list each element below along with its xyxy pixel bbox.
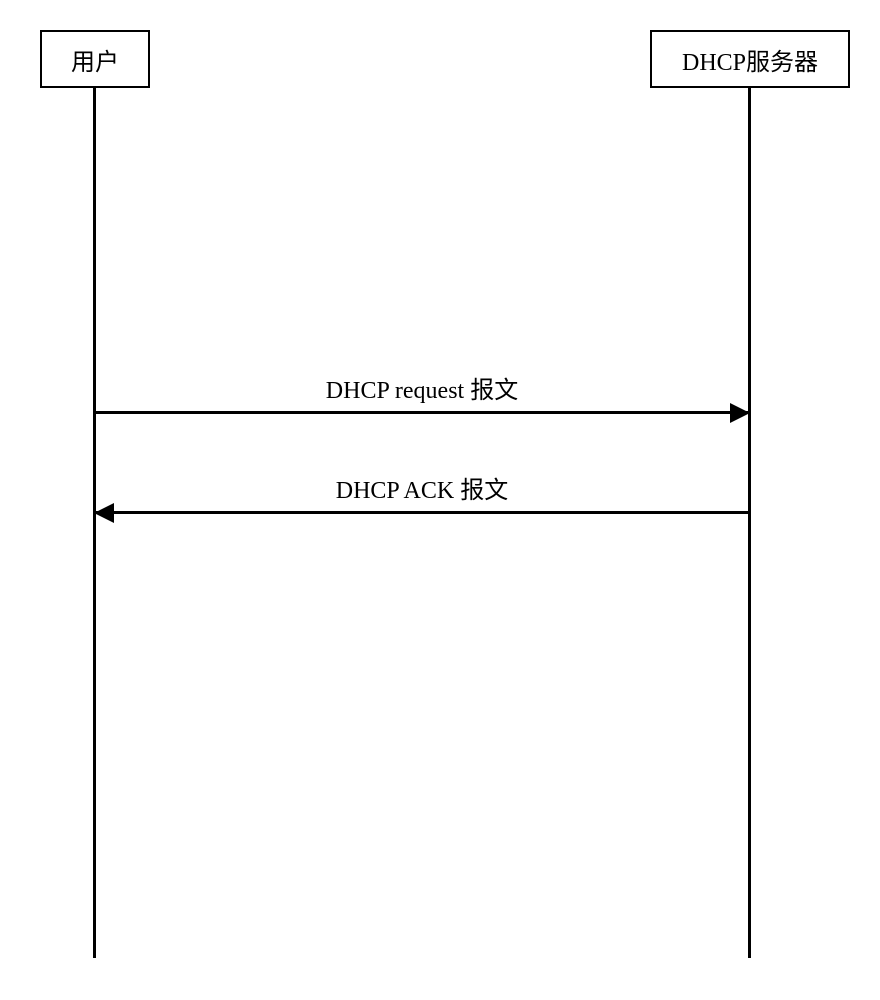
participant-server-label: DHCP服务器 — [682, 42, 818, 77]
participant-user: 用户 — [40, 30, 150, 88]
message-request: DHCP request 报文 — [96, 370, 748, 414]
message-ack-label: DHCP ACK 报文 — [96, 470, 748, 505]
arrow-right-icon — [96, 411, 748, 414]
lifeline-user — [93, 88, 96, 958]
participant-user-label: 用户 — [71, 42, 119, 77]
message-request-label: DHCP request 报文 — [96, 370, 748, 405]
arrow-left-icon — [96, 511, 748, 514]
lifeline-server — [748, 88, 751, 958]
participant-server: DHCP服务器 — [650, 30, 850, 88]
message-ack: DHCP ACK 报文 — [96, 470, 748, 514]
